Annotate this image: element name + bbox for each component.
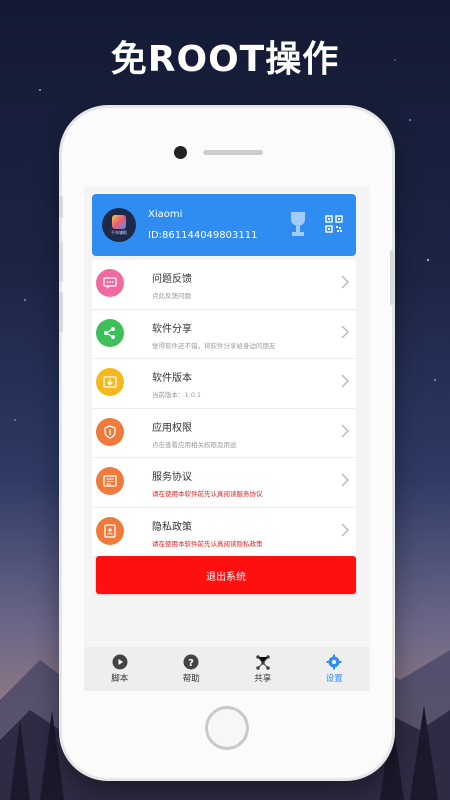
tab-label: 帮助 bbox=[182, 674, 200, 684]
settings-gear-icon bbox=[326, 654, 342, 670]
chevron-right-icon bbox=[341, 522, 350, 537]
menu-item-title: 服务协议 bbox=[152, 472, 192, 483]
earpiece-speaker bbox=[203, 150, 263, 155]
menu-item-subtitle: 觉得软件还不错，将软件分享给身边的朋友 bbox=[152, 341, 276, 350]
play-icon bbox=[112, 654, 128, 670]
svg-text:?: ? bbox=[188, 658, 194, 669]
trophy-watermark-icon bbox=[291, 212, 305, 236]
profile-card[interactable]: 千年辅助 Xiaomi ID:861144049803111 bbox=[92, 194, 356, 256]
tab-label: 脚本 bbox=[111, 674, 129, 684]
phone-side-button bbox=[59, 242, 63, 282]
chevron-right-icon bbox=[341, 324, 350, 339]
qr-code-icon[interactable] bbox=[325, 215, 343, 233]
permission-shield-icon bbox=[96, 417, 124, 446]
bottom-tab-bar: 脚本 ? 帮助 共享 设置 bbox=[84, 647, 370, 691]
menu-item-title: 隐私政策 bbox=[152, 521, 192, 533]
menu-item-permissions[interactable]: 应用权限 点击查看应用相关权限及用途 bbox=[92, 409, 356, 458]
menu-item-version[interactable]: 软件版本 当前版本：1.0.1 bbox=[92, 359, 356, 409]
feedback-icon bbox=[96, 269, 124, 297]
share-nodes-icon bbox=[255, 655, 270, 670]
menu-item-subtitle: 请在使用本软件前先认真阅读服务协议 bbox=[152, 490, 263, 498]
share-icon bbox=[96, 318, 124, 347]
logout-button[interactable]: 退出系统 bbox=[96, 556, 356, 594]
device-name: Xiaomi bbox=[148, 209, 183, 220]
home-button[interactable] bbox=[205, 706, 249, 750]
menu-item-subtitle: 点此反馈问题 bbox=[152, 292, 191, 300]
tab-label: 共享 bbox=[254, 674, 272, 684]
menu-item-subtitle: 点击查看应用相关权限及用途 bbox=[152, 440, 237, 449]
menu-item-subtitle: 请在使用本软件前先认真阅读隐私政策 bbox=[152, 539, 263, 548]
version-icon bbox=[96, 368, 124, 396]
menu-item-feedback[interactable]: 问题反馈 点此反馈问题 bbox=[92, 260, 356, 310]
menu-item-subtitle: 当前版本：1.0.1 bbox=[152, 391, 202, 399]
help-icon: ? bbox=[183, 654, 199, 670]
front-camera bbox=[174, 146, 187, 159]
menu-item-title: 软件版本 bbox=[152, 373, 192, 384]
chevron-right-icon bbox=[341, 423, 350, 438]
chevron-right-icon bbox=[341, 275, 350, 289]
app-logo-caption: 千年辅助 bbox=[111, 229, 127, 235]
chevron-right-icon bbox=[341, 374, 350, 388]
hero-title: 免ROOT操作 bbox=[110, 39, 340, 80]
menu-item-share[interactable]: 软件分享 觉得软件还不错，将软件分享给身边的朋友 bbox=[92, 310, 356, 359]
menu-item-title: 问题反馈 bbox=[152, 274, 192, 285]
tab-share[interactable]: 共享 bbox=[227, 647, 299, 691]
chevron-right-icon bbox=[341, 473, 350, 487]
agreement-icon bbox=[96, 467, 124, 495]
app-screen: 千年辅助 Xiaomi ID:861144049803111 问题反馈 点此反馈… bbox=[84, 186, 370, 691]
menu-item-title: 应用权限 bbox=[152, 422, 192, 434]
menu-item-privacy-policy[interactable]: 隐私政策 请在使用本软件前先认真阅读隐私政策 bbox=[92, 508, 356, 557]
tab-help[interactable]: ? 帮助 bbox=[156, 647, 228, 691]
phone-side-button bbox=[59, 196, 63, 218]
phone-side-button bbox=[59, 292, 63, 332]
tab-settings[interactable]: 设置 bbox=[299, 647, 371, 691]
settings-menu: 问题反馈 点此反馈问题 软件分享 觉得软件还不错，将软件分享给身边的朋友 软件版… bbox=[92, 260, 356, 557]
app-logo: 千年辅助 bbox=[102, 208, 136, 242]
phone-side-button bbox=[390, 250, 394, 305]
privacy-icon bbox=[96, 516, 124, 545]
tab-scripts[interactable]: 脚本 bbox=[84, 647, 156, 691]
menu-item-title: 软件分享 bbox=[152, 323, 192, 335]
menu-item-service-agreement[interactable]: 服务协议 请在使用本软件前先认真阅读服务协议 bbox=[92, 458, 356, 508]
device-id: ID:861144049803111 bbox=[148, 230, 258, 241]
tab-label: 设置 bbox=[325, 674, 343, 684]
